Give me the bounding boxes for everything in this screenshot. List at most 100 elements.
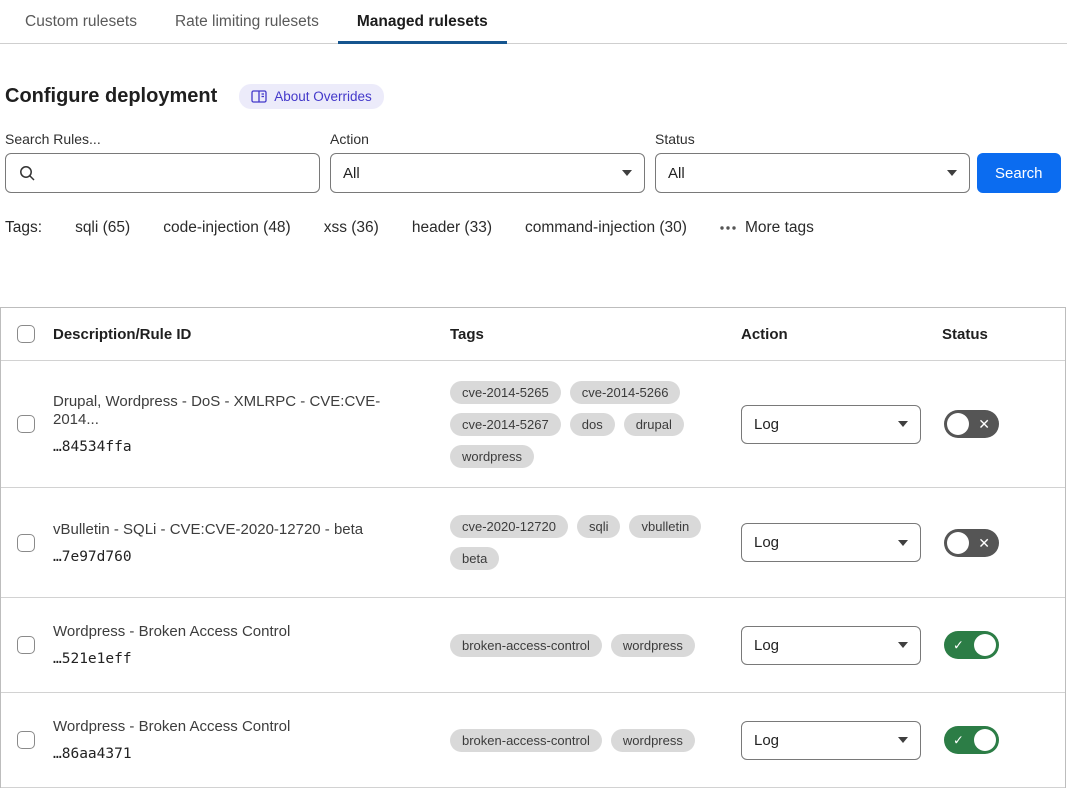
chevron-down-icon [898, 421, 908, 427]
tab-managed-rulesets[interactable]: Managed rulesets [338, 0, 507, 43]
rules-table: Description/Rule ID Tags Action Status D… [0, 307, 1066, 788]
tag-chip: dos [570, 413, 615, 436]
col-description: Description/Rule ID [53, 326, 450, 343]
col-status: Status [942, 326, 1065, 343]
chevron-down-icon [622, 170, 632, 176]
more-tags-label: More tags [745, 219, 814, 237]
tag-chip: cve-2014-5267 [450, 413, 561, 436]
chevron-down-icon [947, 170, 957, 176]
table-row: Wordpress - Broken Access Control …521e1… [1, 598, 1065, 693]
toggle-glyph: ✕ [978, 417, 990, 431]
rule-cell: Wordpress - Broken Access Control …86aa4… [53, 718, 450, 762]
select-all-checkbox[interactable] [17, 325, 35, 343]
status-filter-group: Status All [655, 131, 970, 193]
rule-description: Drupal, Wordpress - DoS - XMLRPC - CVE:C… [53, 393, 426, 429]
table-row: Drupal, Wordpress - DoS - XMLRPC - CVE:C… [1, 361, 1065, 488]
table-header-row: Description/Rule ID Tags Action Status [1, 308, 1065, 361]
tag-filter-link[interactable]: sqli (65) [75, 219, 130, 237]
row-checkbox[interactable] [17, 731, 35, 749]
tags-bar-label: Tags: [5, 219, 42, 237]
table-row: vBulletin - SQLi - CVE:CVE-2020-12720 - … [1, 488, 1065, 598]
status-filter-value: All [668, 165, 685, 182]
search-rules-input[interactable] [44, 165, 307, 182]
status-toggle[interactable]: ✕ [944, 410, 999, 438]
row-action-select[interactable]: Log [741, 721, 921, 760]
tab-bar: Custom rulesets Rate limiting rulesets M… [0, 0, 1067, 44]
search-box [5, 153, 320, 193]
about-overrides-label: About Overrides [274, 89, 372, 104]
tag-filter-link[interactable]: code-injection (48) [163, 219, 291, 237]
toggle-glyph: ✓ [953, 734, 964, 747]
rule-cell: Drupal, Wordpress - DoS - XMLRPC - CVE:C… [53, 393, 450, 455]
toggle-knob [947, 413, 969, 435]
row-checkbox[interactable] [17, 534, 35, 552]
tab-rate-limiting-rulesets[interactable]: Rate limiting rulesets [156, 0, 338, 43]
row-action-value: Log [754, 732, 779, 749]
tag-filter-link[interactable]: command-injection (30) [525, 219, 687, 237]
about-overrides-badge[interactable]: About Overrides [239, 84, 384, 109]
chevron-down-icon [898, 642, 908, 648]
rule-cell: Wordpress - Broken Access Control …521e1… [53, 623, 450, 667]
tag-filter-link[interactable]: header (33) [412, 219, 492, 237]
status-filter-select[interactable]: All [655, 153, 970, 193]
action-filter-select[interactable]: All [330, 153, 645, 193]
tag-chip: wordpress [611, 729, 695, 752]
tag-chip: cve-2014-5266 [570, 381, 681, 404]
status-toggle[interactable]: ✕ [944, 529, 999, 557]
search-filter-group: Search Rules... [5, 131, 320, 193]
search-icon [18, 164, 36, 182]
row-action-value: Log [754, 534, 779, 551]
toggle-knob [974, 634, 996, 656]
tag-chip: cve-2020-12720 [450, 515, 568, 538]
status-toggle[interactable]: ✓ [944, 631, 999, 659]
row-action-select[interactable]: Log [741, 626, 921, 665]
tag-chip: cve-2014-5265 [450, 381, 561, 404]
rule-cell: vBulletin - SQLi - CVE:CVE-2020-12720 - … [53, 521, 450, 565]
status-toggle[interactable]: ✓ [944, 726, 999, 754]
search-button[interactable]: Search [977, 153, 1061, 193]
toggle-glyph: ✓ [953, 639, 964, 652]
row-checkbox[interactable] [17, 636, 35, 654]
tab-custom-rulesets[interactable]: Custom rulesets [6, 0, 156, 43]
col-tags: Tags [450, 326, 741, 343]
filters-row: Search Rules... Action All Status All Se… [5, 131, 1062, 193]
rule-tags: broken-access-control wordpress [450, 634, 741, 657]
rule-id: …86aa4371 [53, 746, 426, 762]
tags-bar: Tags: sqli (65) code-injection (48) xss (3… [5, 219, 1062, 237]
row-checkbox[interactable] [17, 415, 35, 433]
more-tags-button[interactable]: More tags [720, 219, 814, 237]
tag-chip: drupal [624, 413, 684, 436]
rule-description: Wordpress - Broken Access Control [53, 718, 426, 736]
tag-chip: wordpress [611, 634, 695, 657]
rule-tags: broken-access-control wordpress [450, 729, 741, 752]
table-row: Wordpress - Broken Access Control …86aa4… [1, 693, 1065, 788]
row-action-select[interactable]: Log [741, 405, 921, 444]
tag-chip: broken-access-control [450, 634, 602, 657]
search-rules-label: Search Rules... [5, 131, 320, 147]
rule-id: …521e1eff [53, 651, 426, 667]
page-title: Configure deployment [5, 85, 217, 108]
tag-chip: vbulletin [629, 515, 701, 538]
rule-description: Wordpress - Broken Access Control [53, 623, 426, 641]
toggle-glyph: ✕ [978, 536, 990, 550]
toggle-knob [974, 729, 996, 751]
row-action-value: Log [754, 637, 779, 654]
col-action: Action [741, 326, 942, 343]
action-filter-group: Action All [330, 131, 645, 193]
page-header: Configure deployment About Overrides [5, 84, 1067, 109]
toggle-knob [947, 532, 969, 554]
ellipsis-icon [720, 226, 736, 230]
row-action-select[interactable]: Log [741, 523, 921, 562]
tag-filter-link[interactable]: xss (36) [324, 219, 379, 237]
rule-tags: cve-2014-5265 cve-2014-5266 cve-2014-5267 d… [450, 381, 741, 468]
rule-description: vBulletin - SQLi - CVE:CVE-2020-12720 - … [53, 521, 426, 539]
tag-chip: beta [450, 547, 499, 570]
tag-chip: wordpress [450, 445, 534, 468]
rule-id: …7e97d760 [53, 549, 426, 565]
action-filter-label: Action [330, 131, 645, 147]
tag-chip: broken-access-control [450, 729, 602, 752]
status-filter-label: Status [655, 131, 970, 147]
tag-chip: sqli [577, 515, 621, 538]
action-filter-value: All [343, 165, 360, 182]
book-icon [251, 89, 267, 104]
